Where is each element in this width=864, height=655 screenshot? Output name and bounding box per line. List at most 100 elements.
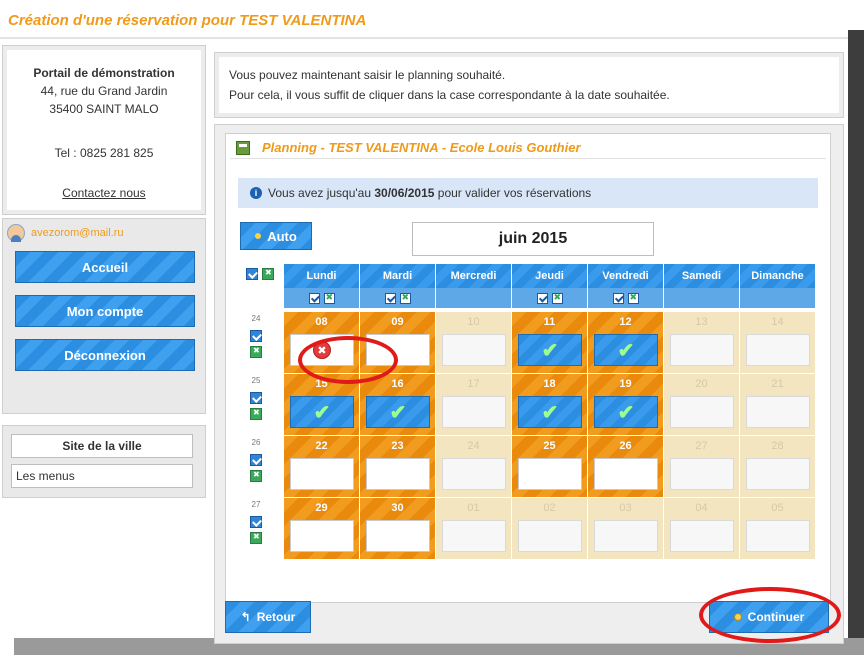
reservation-box	[670, 520, 734, 552]
day-header-5: Samedi	[664, 264, 740, 288]
day-toggle-6	[740, 288, 816, 308]
day-number: 20	[695, 378, 708, 390]
day-number: 05	[771, 502, 784, 514]
day-cell[interactable]: 29	[284, 498, 360, 560]
instructions-line2: Pour cela, il vous suffit de cliquer dan…	[229, 88, 670, 102]
day-number: 25	[543, 440, 556, 452]
day-cell[interactable]: 25	[512, 436, 588, 498]
day-cell[interactable]: 26	[588, 436, 664, 498]
day-cell[interactable]: 16 ✔	[360, 374, 436, 436]
day-toggle-1	[360, 288, 436, 308]
day-number: 16	[391, 378, 404, 390]
continue-label: Continuer	[747, 610, 805, 624]
day-toggle-2	[436, 288, 512, 308]
reservation-checked[interactable]: ✔	[594, 396, 658, 428]
page-title: Création d'une réservation pour TEST VAL…	[8, 12, 367, 29]
day-cell: 14	[740, 312, 816, 374]
logout-button[interactable]: Déconnexion	[15, 339, 195, 371]
day-cell[interactable]: 22	[284, 436, 360, 498]
day-cell: 28	[740, 436, 816, 498]
day-cell: 27	[664, 436, 740, 498]
alert-prefix: Vous avez jusqu'au	[268, 186, 372, 200]
month-selector[interactable]: juin 2015	[412, 222, 654, 256]
check-week-icon[interactable]	[250, 330, 262, 342]
reservation-box[interactable]	[518, 458, 582, 490]
day-number: 09	[391, 316, 404, 328]
reservation-box[interactable]	[290, 458, 354, 490]
back-button[interactable]: ↰ Retour	[225, 601, 311, 633]
checkmark-icon: ✔	[541, 401, 559, 424]
auto-dot-icon	[255, 233, 262, 239]
day-cell[interactable]: 11 ✔	[512, 312, 588, 374]
week-toggle	[250, 330, 262, 358]
day-cell[interactable]: 18 ✔	[512, 374, 588, 436]
check-day-icon[interactable]	[384, 292, 396, 304]
uncheck-week-icon[interactable]	[250, 470, 262, 482]
reservation-box	[670, 396, 734, 428]
day-number: 23	[391, 440, 404, 452]
home-button[interactable]: Accueil	[15, 251, 195, 283]
check-week-icon[interactable]	[250, 392, 262, 404]
day-cell: 03	[588, 498, 664, 560]
city-site-link[interactable]: Site de la ville	[11, 434, 193, 458]
auto-button[interactable]: Auto	[240, 222, 312, 250]
check-week-icon[interactable]	[250, 454, 262, 466]
reservation-box[interactable]	[594, 458, 658, 490]
uncheck-week-icon[interactable]	[250, 532, 262, 544]
menus-link[interactable]: Les menus	[11, 464, 193, 488]
day-cell[interactable]: 23	[360, 436, 436, 498]
day-cell[interactable]: 08 ✖	[284, 312, 360, 374]
info-icon: i	[250, 187, 262, 199]
day-cell: 05	[740, 498, 816, 560]
reservation-box[interactable]	[366, 520, 430, 552]
uncheck-week-icon[interactable]	[250, 346, 262, 358]
day-cell[interactable]: 19 ✔	[588, 374, 664, 436]
uncheck-all-icon[interactable]	[262, 268, 274, 280]
address-line1: 44, rue du Grand Jardin	[40, 84, 168, 98]
check-week-icon[interactable]	[250, 516, 262, 528]
day-number: 02	[543, 502, 556, 514]
uncheck-day-icon[interactable]	[323, 292, 335, 304]
uncheck-week-icon[interactable]	[250, 408, 262, 420]
contact-link[interactable]: Contactez nous	[62, 184, 145, 202]
day-cell[interactable]: 09	[360, 312, 436, 374]
reservation-checked[interactable]: ✔	[518, 396, 582, 428]
check-day-icon[interactable]	[612, 292, 624, 304]
reservation-box	[746, 520, 810, 552]
day-number: 08	[315, 316, 328, 328]
reservation-checked[interactable]: ✔	[290, 396, 354, 428]
day-cell[interactable]: 12 ✔	[588, 312, 664, 374]
week-toggle	[250, 454, 262, 482]
reservation-cancelled[interactable]: ✖	[290, 334, 354, 366]
reservation-box[interactable]	[366, 458, 430, 490]
reservation-box[interactable]	[366, 334, 430, 366]
checkmark-icon: ✔	[617, 339, 635, 362]
day-cell: 13	[664, 312, 740, 374]
uncheck-day-icon[interactable]	[399, 292, 411, 304]
reservation-box	[442, 334, 506, 366]
alert-suffix: pour valider vos réservations	[437, 186, 592, 200]
day-cell[interactable]: 15 ✔	[284, 374, 360, 436]
continue-button[interactable]: Continuer	[709, 601, 829, 633]
user-email: avezorom@mail.ru	[31, 227, 124, 239]
account-button[interactable]: Mon compte	[15, 295, 195, 327]
reservation-box[interactable]	[290, 520, 354, 552]
reservation-box	[442, 458, 506, 490]
user-avatar-icon	[7, 224, 25, 242]
day-cell[interactable]: 30	[360, 498, 436, 560]
uncheck-day-icon[interactable]	[551, 292, 563, 304]
check-day-icon[interactable]	[536, 292, 548, 304]
day-number: 26	[619, 440, 632, 452]
title-divider	[0, 37, 848, 39]
uncheck-day-icon[interactable]	[627, 292, 639, 304]
day-number: 21	[771, 378, 784, 390]
instructions-line1: Vous pouvez maintenant saisir le plannin…	[229, 68, 506, 82]
check-day-icon[interactable]	[308, 292, 320, 304]
phone-number: Tel : 0825 281 825	[54, 146, 154, 160]
reservation-checked[interactable]: ✔	[366, 396, 430, 428]
check-all-icon[interactable]	[246, 268, 258, 280]
reservation-checked[interactable]: ✔	[518, 334, 582, 366]
day-toggle-5	[664, 288, 740, 308]
reservation-checked[interactable]: ✔	[594, 334, 658, 366]
reservation-box	[594, 520, 658, 552]
